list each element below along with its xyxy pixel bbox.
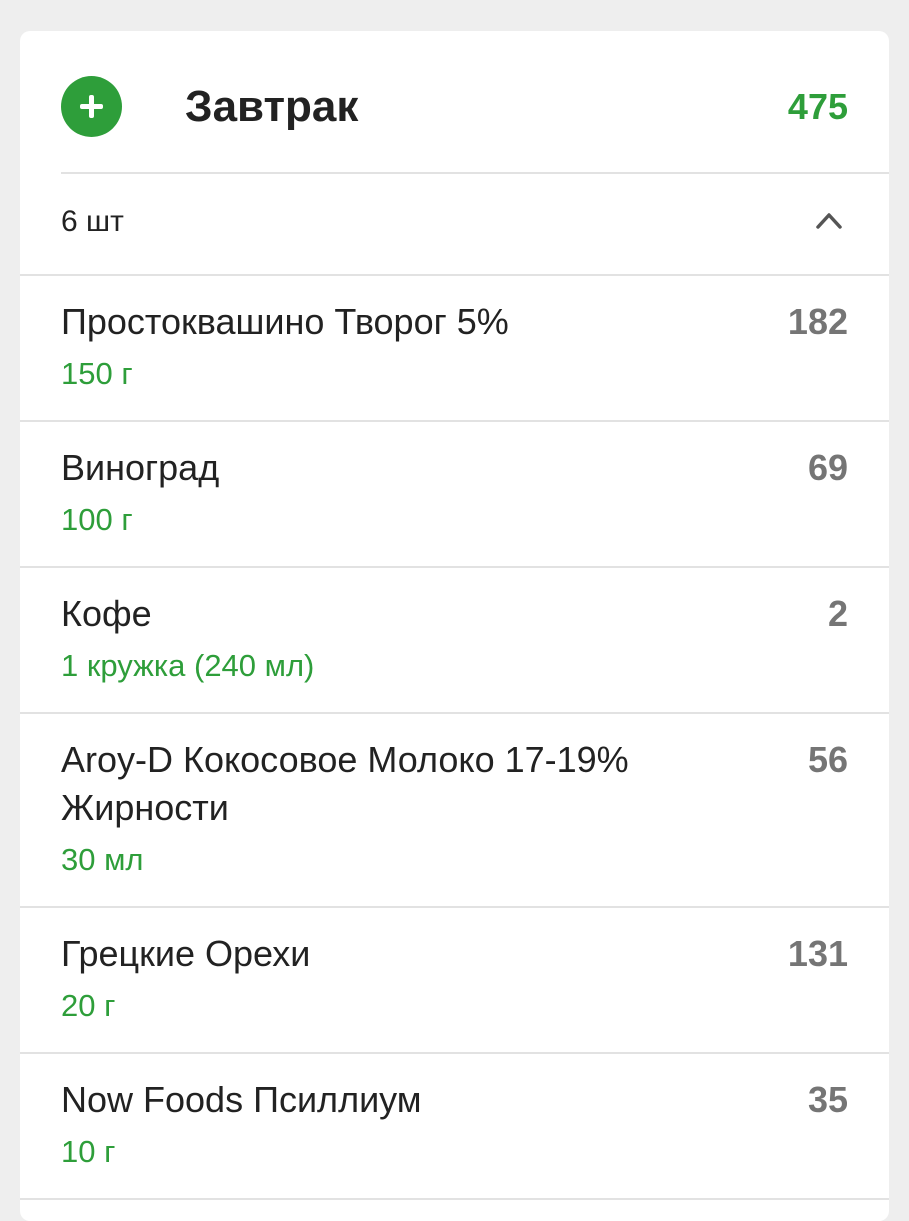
food-item-name: Кофе [61, 593, 152, 634]
food-item-name: Простоквашино Творог 5% [61, 301, 509, 342]
meal-total-calories: 475 [787, 86, 848, 127]
food-item-name: Now Foods Псиллиум [61, 1079, 422, 1120]
food-item[interactable]: Now Foods Псиллиум 10 г 35 [20, 1054, 889, 1200]
chevron-up-icon[interactable] [815, 208, 843, 232]
meal-card: Завтрак 475 6 шт Простоквашино Творог 5%… [20, 31, 889, 1221]
food-item-calories: 2 [827, 593, 848, 634]
food-item-calories: 56 [807, 739, 848, 780]
food-item-amount: 20 г [61, 988, 116, 1023]
add-food-button[interactable] [61, 76, 122, 137]
items-count-label: 6 шт [61, 205, 124, 238]
food-item[interactable]: Aroy-D Кокосовое Молоко 17-19% Жирности … [20, 714, 889, 908]
items-count-toggle[interactable]: 6 шт [20, 174, 889, 276]
food-item-amount: 1 кружка (240 мл) [61, 648, 315, 683]
meal-title: Завтрак [185, 82, 359, 131]
food-item[interactable]: Кофе 1 кружка (240 мл) 2 [20, 568, 889, 714]
food-item-name: Виноград [61, 447, 220, 488]
food-item-calories: 131 [787, 933, 848, 974]
meal-header: Завтрак 475 [20, 31, 889, 174]
food-item-name: Aroy-D Кокосовое Молоко 17-19% Жирности [61, 739, 629, 828]
food-item-calories: 182 [787, 301, 848, 342]
food-item[interactable]: Простоквашино Творог 5% 150 г 182 [20, 276, 889, 422]
food-item-name: Грецкие Орехи [61, 933, 311, 974]
food-item[interactable]: Грецкие Орехи 20 г 131 [20, 908, 889, 1054]
food-item-amount: 150 г [61, 356, 133, 391]
food-item-calories: 35 [807, 1079, 848, 1120]
food-item-amount: 30 мл [61, 842, 144, 877]
food-item-calories: 69 [807, 447, 848, 488]
food-item-amount: 100 г [61, 502, 133, 537]
food-item[interactable]: Виноград 100 г 69 [20, 422, 889, 568]
food-item-amount: 10 г [61, 1134, 116, 1169]
